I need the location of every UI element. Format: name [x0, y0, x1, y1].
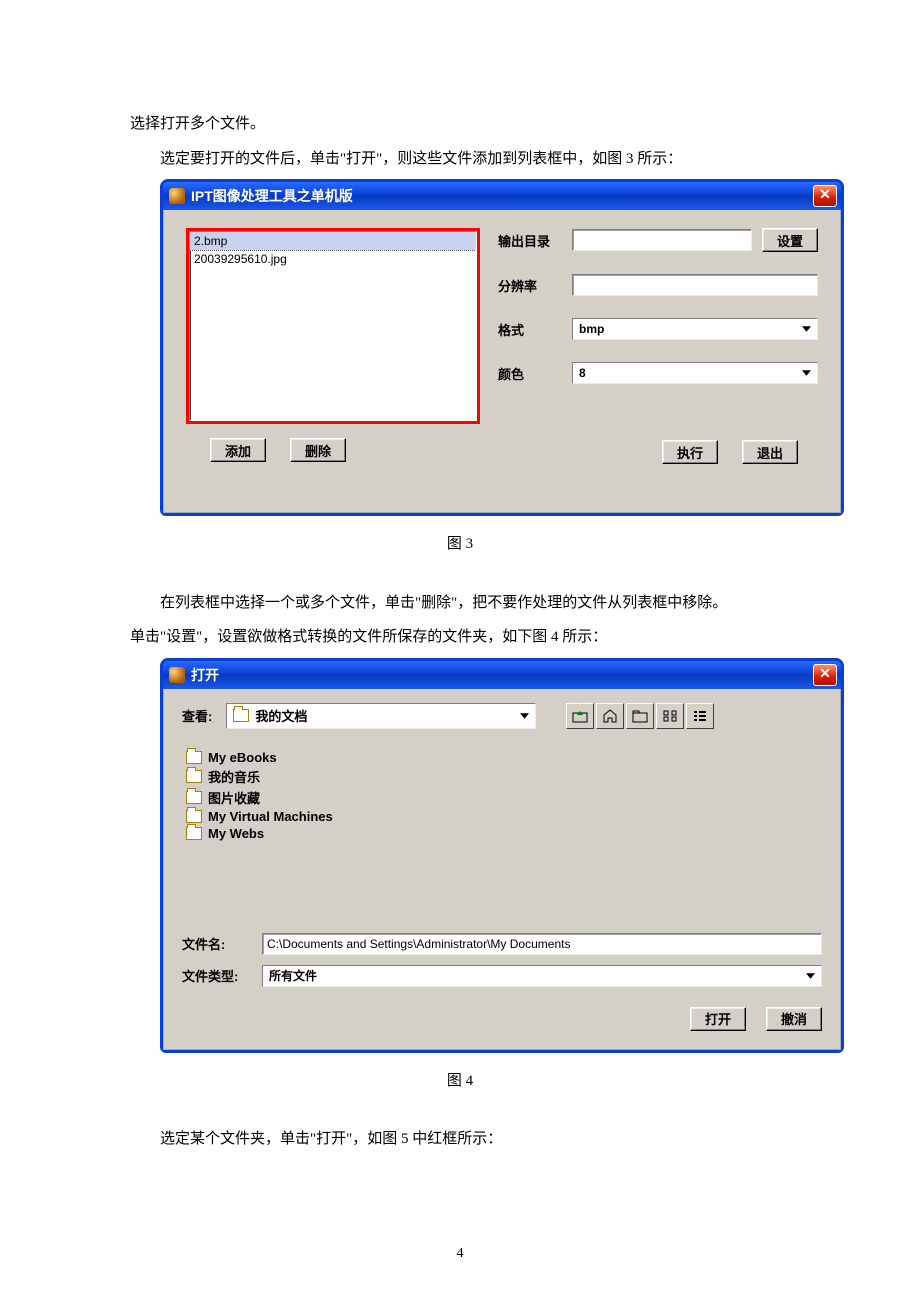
folder-icon: [186, 810, 202, 823]
ipt-window: IPT图像处理工具之单机版 ✕ 2.bmp 20039295610.jpg 输出…: [160, 179, 844, 516]
file-browser-area[interactable]: My eBooks 我的音乐 图片收藏 My Virtual Machines …: [182, 741, 822, 927]
chevron-down-icon: [515, 707, 533, 725]
folder-label: My eBooks: [208, 750, 277, 765]
format-label: 格式: [498, 320, 558, 339]
list-item[interactable]: 2.bmp: [190, 232, 476, 250]
filename-input[interactable]: [262, 933, 822, 955]
file-listbox-highlight: 2.bmp 20039295610.jpg: [186, 228, 480, 424]
window-title: 打开: [191, 665, 813, 685]
titlebar[interactable]: IPT图像处理工具之单机版 ✕: [163, 182, 841, 210]
app-icon: [169, 667, 185, 683]
format-value: bmp: [579, 322, 604, 336]
folder-item[interactable]: 我的音乐: [186, 766, 818, 787]
chevron-down-icon: [801, 967, 819, 985]
paragraph: 选择打开多个文件。: [130, 110, 790, 139]
folder-item[interactable]: 图片收藏: [186, 787, 818, 808]
paragraph: 在列表框中选择一个或多个文件，单击"删除"，把不要作处理的文件从列表框中移除。: [130, 589, 790, 618]
open-dialog-window: 打开 ✕ 查看: 我的文档: [160, 658, 844, 1053]
output-dir-label: 输出目录: [498, 231, 558, 250]
chevron-down-icon: [797, 320, 815, 338]
list-item[interactable]: 20039295610.jpg: [190, 250, 476, 268]
settings-button[interactable]: 设置: [762, 228, 818, 252]
folder-label: 我的音乐: [208, 767, 260, 786]
lookin-combo[interactable]: 我的文档: [226, 703, 536, 729]
format-select[interactable]: bmp: [572, 318, 818, 340]
folder-icon: [233, 709, 249, 722]
close-icon[interactable]: ✕: [813, 664, 837, 686]
lookin-label: 查看:: [182, 706, 212, 725]
cancel-button[interactable]: 撤消: [766, 1007, 822, 1031]
lookin-value: 我的文档: [255, 706, 307, 725]
page-number: 4: [0, 1246, 920, 1262]
output-dir-input[interactable]: [572, 229, 752, 251]
home-icon[interactable]: [596, 703, 624, 729]
run-button[interactable]: 执行: [662, 440, 718, 464]
window-title: IPT图像处理工具之单机版: [191, 186, 813, 206]
folder-icon: [186, 770, 202, 783]
exit-button[interactable]: 退出: [742, 440, 798, 464]
folder-label: 图片收藏: [208, 788, 260, 807]
open-button[interactable]: 打开: [690, 1007, 746, 1031]
folder-icon: [186, 791, 202, 804]
figure-caption-3: 图 3: [130, 530, 790, 559]
folder-icon: [186, 827, 202, 840]
chevron-down-icon: [797, 364, 815, 382]
color-select[interactable]: 8: [572, 362, 818, 384]
close-icon[interactable]: ✕: [813, 185, 837, 207]
new-folder-icon[interactable]: [626, 703, 654, 729]
paragraph: 选定要打开的文件后，单击"打开"，则这些文件添加到列表框中，如图 3 所示：: [130, 145, 790, 174]
resolution-input[interactable]: [572, 274, 818, 296]
folder-item[interactable]: My Webs: [186, 825, 818, 842]
folder-item[interactable]: My Virtual Machines: [186, 808, 818, 825]
resolution-label: 分辨率: [498, 276, 558, 295]
list-view-icon[interactable]: [656, 703, 684, 729]
color-label: 颜色: [498, 364, 558, 383]
filetype-value: 所有文件: [269, 967, 317, 984]
file-listbox[interactable]: 2.bmp 20039295610.jpg: [189, 231, 477, 421]
folder-label: My Webs: [208, 826, 264, 841]
app-icon: [169, 188, 185, 204]
figure-caption-4: 图 4: [130, 1067, 790, 1096]
filename-label: 文件名:: [182, 934, 252, 953]
folder-label: My Virtual Machines: [208, 809, 333, 824]
folder-icon: [186, 751, 202, 764]
paragraph: 单击"设置"，设置欲做格式转换的文件所保存的文件夹，如下图 4 所示：: [130, 623, 790, 652]
delete-button[interactable]: 删除: [290, 438, 346, 462]
add-button[interactable]: 添加: [210, 438, 266, 462]
filetype-label: 文件类型:: [182, 966, 252, 985]
up-one-level-icon[interactable]: [566, 703, 594, 729]
details-view-icon[interactable]: [686, 703, 714, 729]
color-value: 8: [579, 366, 586, 380]
paragraph: 选定某个文件夹，单击"打开"，如图 5 中红框所示：: [130, 1125, 790, 1154]
filetype-select[interactable]: 所有文件: [262, 965, 822, 987]
titlebar[interactable]: 打开 ✕: [163, 661, 841, 689]
folder-item[interactable]: My eBooks: [186, 749, 818, 766]
